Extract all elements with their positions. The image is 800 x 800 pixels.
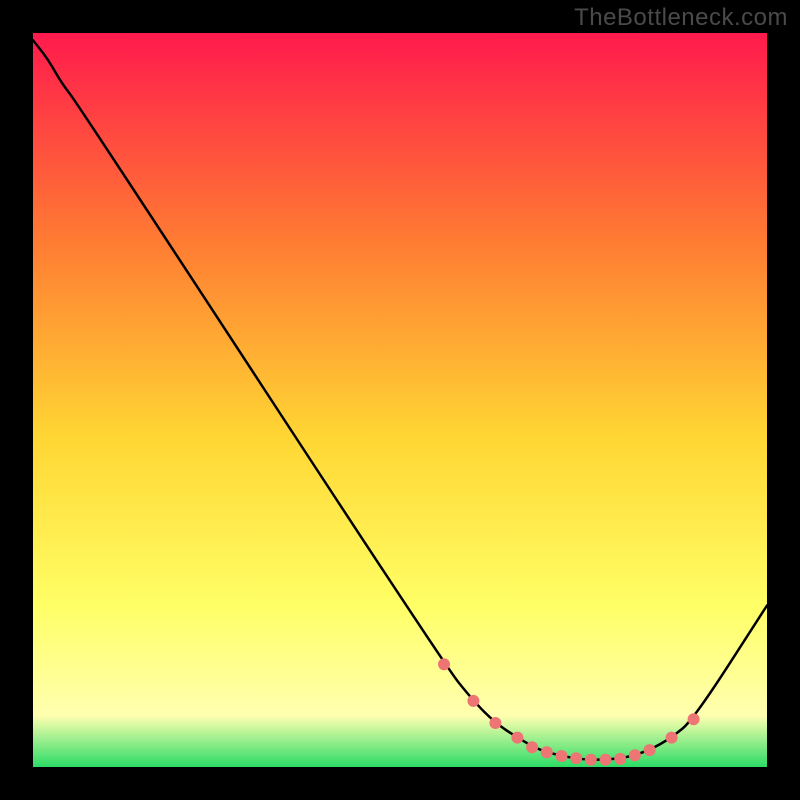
curve-dots bbox=[33, 33, 767, 767]
curve-dot bbox=[666, 732, 678, 744]
curve-dot bbox=[556, 750, 568, 762]
curve-dot bbox=[526, 741, 538, 753]
chart-stage: TheBottleneck.com bbox=[0, 0, 800, 800]
curve-dot bbox=[585, 754, 597, 766]
curve-dot bbox=[511, 732, 523, 744]
curve-dot bbox=[570, 752, 582, 764]
curve-dot bbox=[614, 753, 626, 765]
curve-dot bbox=[644, 744, 656, 756]
curve-dot bbox=[438, 658, 450, 670]
curve-dot bbox=[629, 749, 641, 761]
curve-dot bbox=[489, 717, 501, 729]
watermark-text: TheBottleneck.com bbox=[574, 4, 788, 32]
curve-dot bbox=[600, 754, 612, 766]
curve-dot bbox=[467, 695, 479, 707]
curve-dot bbox=[541, 746, 553, 758]
plot-area bbox=[33, 33, 767, 767]
curve-dot bbox=[688, 713, 700, 725]
